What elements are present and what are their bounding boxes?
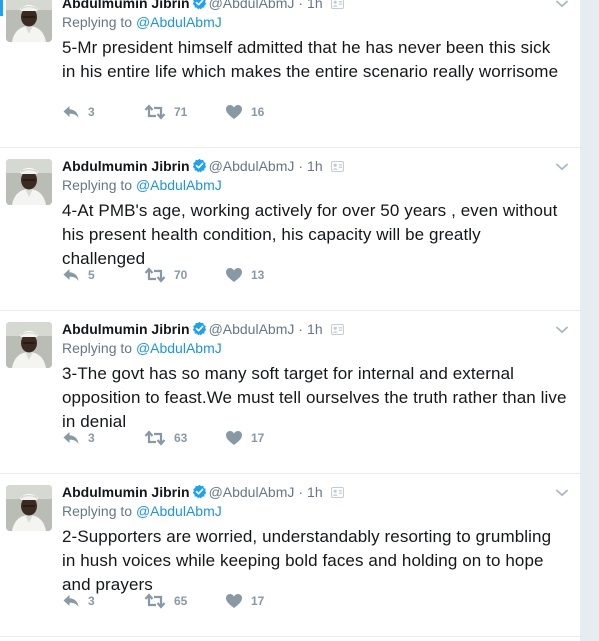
- like-button[interactable]: 17: [225, 428, 264, 448]
- separator-dot: ·: [298, 321, 304, 337]
- retweet-button[interactable]: 63: [144, 428, 187, 448]
- user-handle[interactable]: @AbdulAbmJ: [209, 158, 295, 174]
- reply-button[interactable]: 3: [62, 428, 95, 448]
- timestamp[interactable]: 1h: [307, 0, 323, 11]
- reply-arrow-icon: [62, 268, 80, 282]
- retweet-button[interactable]: 65: [144, 591, 187, 611]
- verified-badge-icon: [192, 321, 207, 341]
- retweet-count: 71: [174, 105, 188, 119]
- verified-badge-icon: [192, 158, 207, 178]
- reply-count: 3: [88, 594, 95, 608]
- chevron-down-icon[interactable]: [556, 484, 568, 502]
- display-name[interactable]: Abdulmumin Jibrin: [62, 321, 190, 337]
- retweet-count: 65: [174, 594, 188, 608]
- tweet[interactable]: Abdulmumin Jibrin @AbdulAbmJ · 1h Replying …: [0, 311, 580, 474]
- mention-link[interactable]: @AbdulAbmJ: [136, 177, 222, 193]
- avatar[interactable]: [6, 159, 52, 205]
- tweet-header: Abdulmumin Jibrin @AbdulAbmJ · 1h: [62, 156, 344, 176]
- user-card-icon[interactable]: [330, 157, 344, 177]
- avatar[interactable]: [6, 322, 52, 368]
- tweet-text: 4-At PMB's age, working actively for ove…: [62, 201, 558, 268]
- mention-link[interactable]: @AbdulAbmJ: [136, 340, 222, 356]
- like-count: 17: [251, 594, 265, 608]
- chevron-down-icon[interactable]: [556, 158, 568, 176]
- retweet-icon: [144, 267, 166, 283]
- retweet-icon: [144, 430, 166, 446]
- separator-dot: ·: [298, 0, 304, 11]
- user-handle[interactable]: @AbdulAbmJ: [209, 484, 295, 500]
- timestamp[interactable]: 1h: [307, 158, 323, 174]
- verified-badge-icon: [192, 484, 207, 504]
- tweet-timeline: Abdulmumin Jibrin @AbdulAbmJ · 1h Replying …: [0, 0, 580, 641]
- like-count: 16: [251, 105, 265, 119]
- mention-link[interactable]: @AbdulAbmJ: [136, 503, 222, 519]
- like-button[interactable]: 13: [225, 265, 264, 285]
- separator-dot: ·: [298, 484, 304, 500]
- replying-to-line: Replying to @AbdulAbmJ: [62, 177, 222, 193]
- heart-icon: [225, 431, 243, 445]
- user-card-icon[interactable]: [330, 0, 344, 14]
- retweet-count: 70: [174, 268, 188, 282]
- heart-icon: [225, 594, 243, 608]
- tweet-header: Abdulmumin Jibrin @AbdulAbmJ · 1h: [62, 319, 344, 339]
- reply-count: 5: [88, 268, 95, 282]
- user-card-icon[interactable]: [330, 320, 344, 340]
- reply-button[interactable]: 3: [62, 102, 95, 122]
- like-count: 13: [251, 268, 265, 282]
- chevron-down-icon[interactable]: [556, 321, 568, 339]
- user-card-icon[interactable]: [330, 483, 344, 503]
- reply-count: 3: [88, 431, 95, 445]
- tweet-text: 2-Supporters are worried, understandably…: [62, 527, 552, 594]
- tweet-header: Abdulmumin Jibrin @AbdulAbmJ · 1h: [62, 482, 344, 502]
- user-handle[interactable]: @AbdulAbmJ: [209, 321, 295, 337]
- like-button[interactable]: 16: [225, 102, 264, 122]
- tweet-header: Abdulmumin Jibrin @AbdulAbmJ · 1h: [62, 0, 344, 13]
- tweet[interactable]: Abdulmumin Jibrin @AbdulAbmJ · 1h Replying …: [0, 148, 580, 311]
- timestamp[interactable]: 1h: [307, 484, 323, 500]
- heart-icon: [225, 268, 243, 282]
- retweet-count: 63: [174, 431, 188, 445]
- replying-to-label: Replying to: [62, 177, 133, 193]
- mention-link[interactable]: @AbdulAbmJ: [136, 14, 222, 30]
- display-name[interactable]: Abdulmumin Jibrin: [62, 484, 190, 500]
- replying-to-label: Replying to: [62, 503, 133, 519]
- heart-icon: [225, 105, 243, 119]
- reply-arrow-icon: [62, 594, 80, 608]
- chevron-down-icon[interactable]: [556, 0, 568, 13]
- retweet-icon: [144, 593, 166, 609]
- avatar[interactable]: [6, 485, 52, 531]
- display-name[interactable]: Abdulmumin Jibrin: [62, 0, 190, 11]
- reply-count: 3: [88, 105, 95, 119]
- tweet[interactable]: Abdulmumin Jibrin @AbdulAbmJ · 1h Replying …: [0, 0, 580, 148]
- like-button[interactable]: 17: [225, 591, 264, 611]
- display-name[interactable]: Abdulmumin Jibrin: [62, 158, 190, 174]
- reply-arrow-icon: [62, 105, 80, 119]
- replying-to-line: Replying to @AbdulAbmJ: [62, 340, 222, 356]
- avatar[interactable]: [6, 0, 52, 42]
- tweet[interactable]: Abdulmumin Jibrin @AbdulAbmJ · 1h Replying …: [0, 474, 580, 637]
- verified-badge-icon: [192, 0, 207, 15]
- tweet-text: 3-The govt has so many soft target for i…: [62, 364, 567, 431]
- reply-button[interactable]: 3: [62, 591, 95, 611]
- replying-to-line: Replying to @AbdulAbmJ: [62, 503, 222, 519]
- replying-to-label: Replying to: [62, 14, 133, 30]
- retweet-button[interactable]: 70: [144, 265, 187, 285]
- user-handle[interactable]: @AbdulAbmJ: [209, 0, 295, 11]
- like-count: 17: [251, 431, 265, 445]
- separator-dot: ·: [298, 158, 304, 174]
- tweet-text: 5-Mr president himself admitted that he …: [62, 38, 559, 81]
- timestamp[interactable]: 1h: [307, 321, 323, 337]
- retweet-icon: [144, 104, 166, 120]
- replying-to-line: Replying to @AbdulAbmJ: [62, 14, 222, 30]
- retweet-button[interactable]: 71: [144, 102, 187, 122]
- reply-button[interactable]: 5: [62, 265, 95, 285]
- replying-to-label: Replying to: [62, 340, 133, 356]
- reply-arrow-icon: [62, 431, 80, 445]
